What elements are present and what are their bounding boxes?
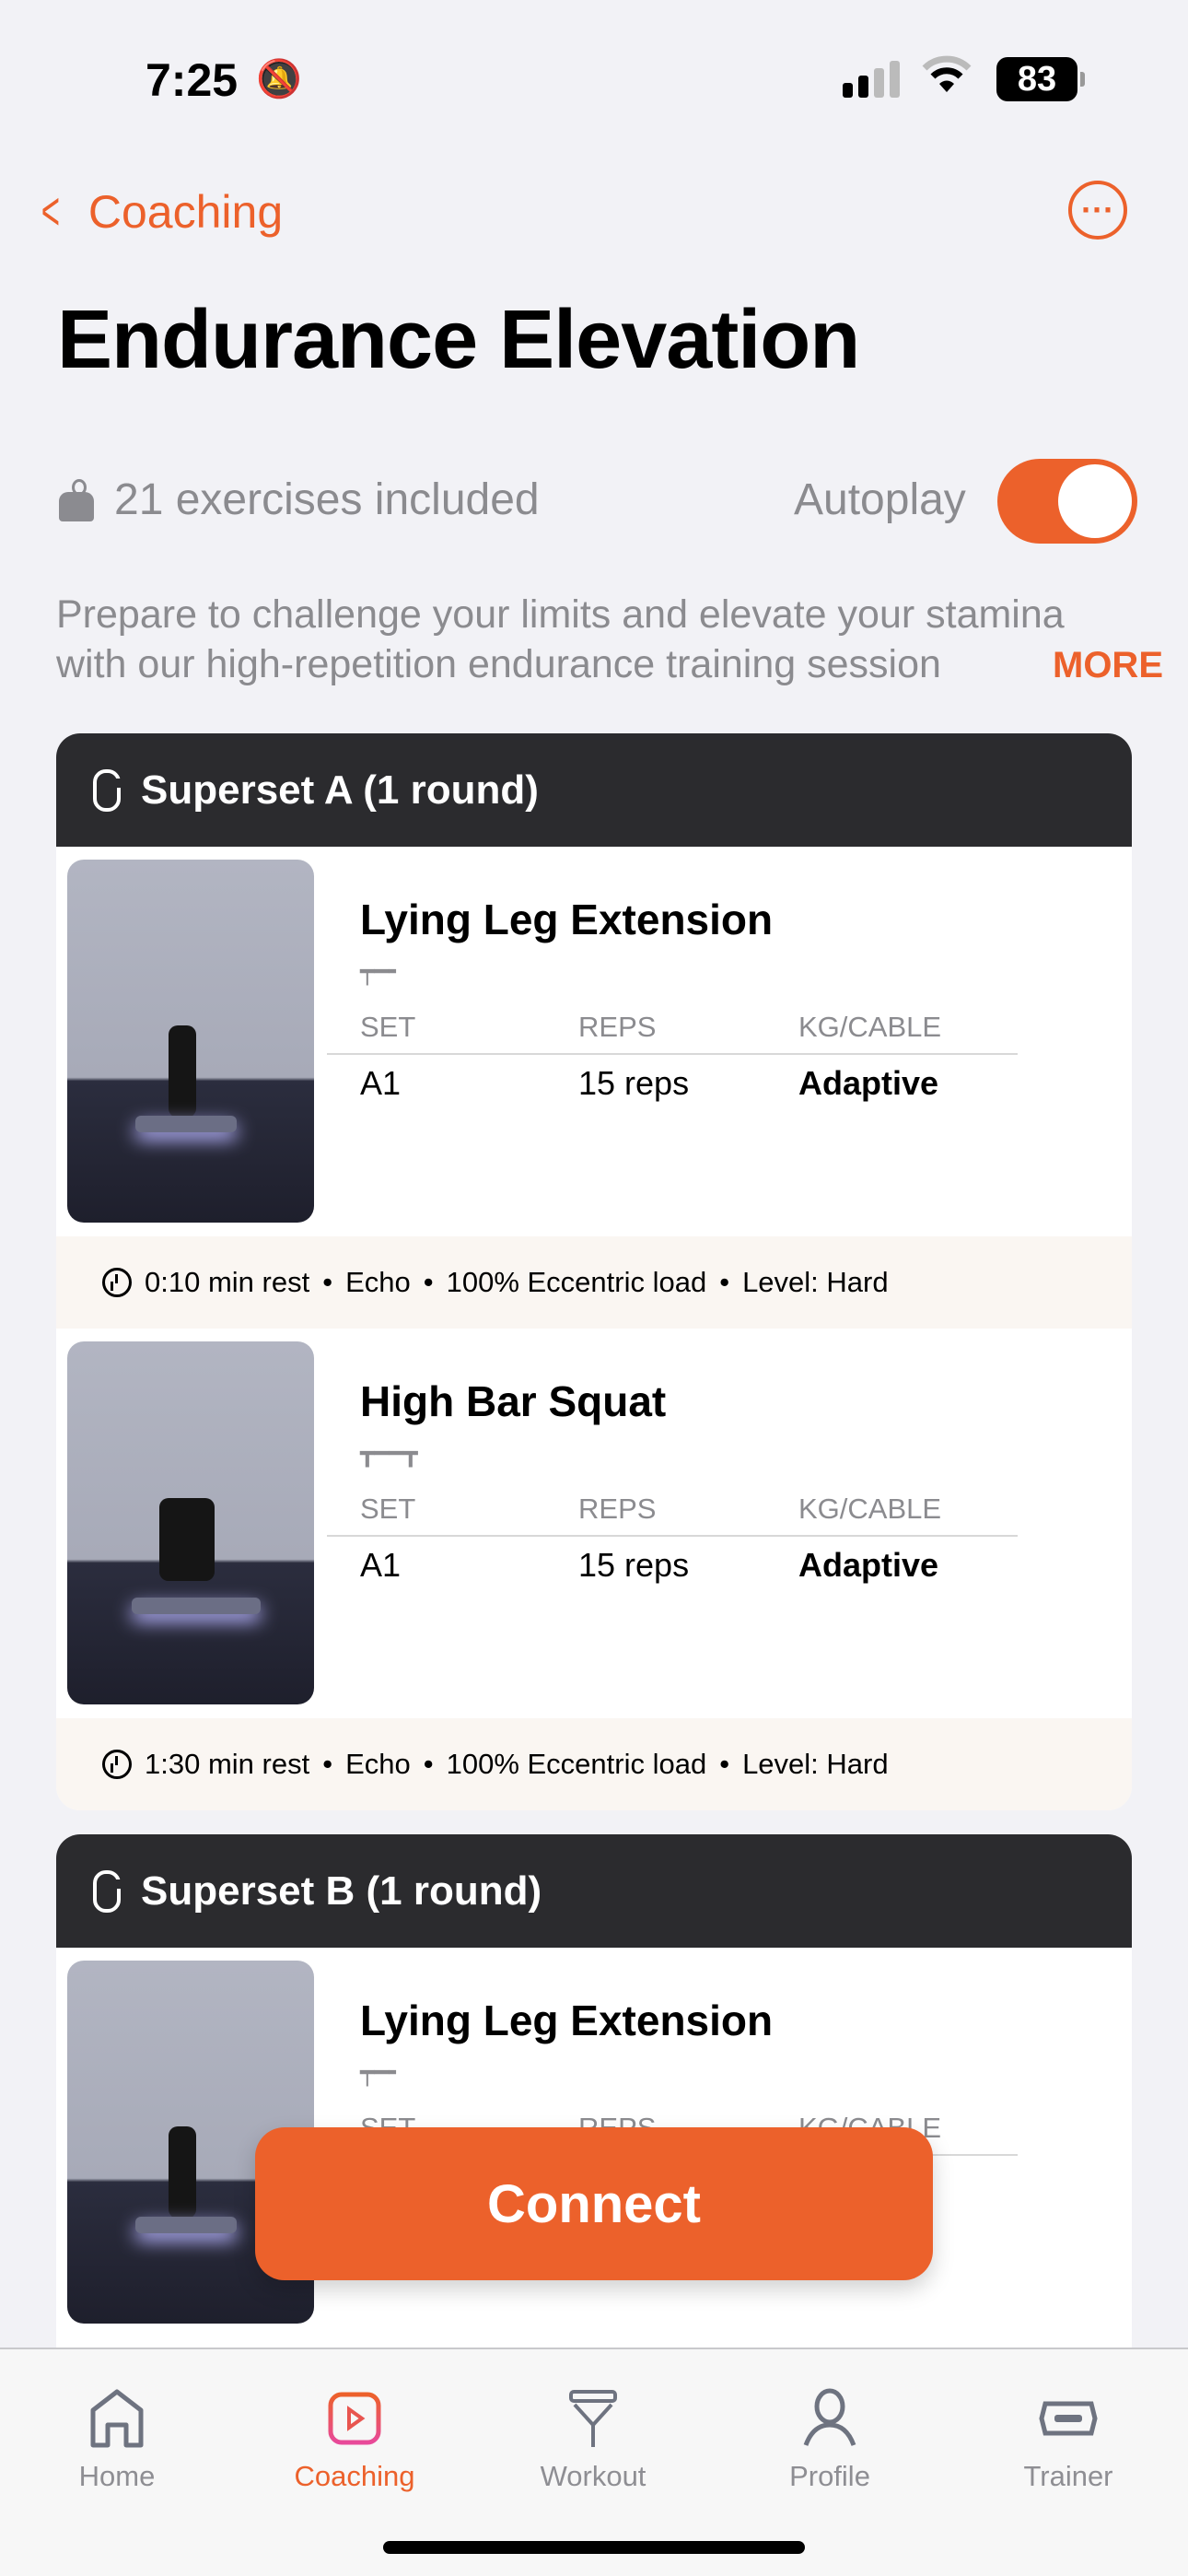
chevron-left-icon: <	[41, 181, 61, 241]
exercise-thumbnail	[67, 1341, 314, 1704]
tab-profile[interactable]: Profile	[728, 2377, 931, 2493]
reps-value: 15 reps	[578, 1064, 690, 1102]
superset-card: Superset A (1 round) Lying Leg Extension…	[56, 733, 1132, 1810]
exercise-count: 21 exercises included	[59, 474, 540, 525]
person-icon	[728, 2377, 931, 2460]
superset-header[interactable]: Superset A (1 round)	[56, 733, 1132, 847]
tab-workout[interactable]: Workout	[492, 2377, 694, 2493]
equipment-icon: ┯━╸	[360, 2058, 403, 2086]
battery-icon: 83	[996, 57, 1085, 101]
autoplay-toggle[interactable]	[997, 459, 1137, 544]
autoplay-label: Autoplay	[794, 475, 966, 524]
tab-coaching[interactable]: Coaching	[253, 2377, 456, 2493]
set-value: A1	[360, 1064, 402, 1102]
exercise-name: High Bar Squat	[360, 1377, 667, 1425]
repeat-icon	[93, 768, 124, 812]
reps-value: 15 reps	[578, 1546, 690, 1584]
exercise-row[interactable]: High Bar Squat ┳━━┳ SET REPS KG/CABLE A1…	[56, 1329, 1132, 1718]
load-value: Adaptive	[798, 1546, 939, 1584]
bell-slash-icon: 🔕	[256, 59, 302, 100]
exercise-thumbnail	[67, 860, 314, 1223]
clock-icon	[102, 1268, 132, 1297]
clock-icon	[102, 1750, 132, 1779]
cellular-signal-icon	[843, 61, 900, 98]
page-title: Endurance Elevation	[57, 294, 860, 386]
exercise-details: 0:10 min rest • Echo • 100% Eccentric load • L…	[56, 1236, 1132, 1329]
superset-card: Superset B (1 round) Lying Leg Extension…	[56, 1834, 1132, 2387]
house-icon	[16, 2377, 218, 2460]
tab-home[interactable]: Home	[16, 2377, 218, 2493]
superset-header[interactable]: Superset B (1 round)	[56, 1834, 1132, 1948]
cable-handle-icon	[492, 2377, 694, 2460]
more-link[interactable]: MORE	[1025, 645, 1163, 686]
play-rectangle-icon	[253, 2377, 456, 2460]
col-reps: REPS	[578, 1011, 657, 1043]
exercise-name: Lying Leg Extension	[360, 1996, 774, 2044]
equipment-icon: ┯━╸	[360, 957, 403, 985]
tab-trainer[interactable]: Trainer	[967, 2377, 1170, 2493]
more-options-button[interactable]: ···	[1068, 181, 1127, 240]
load-value: Adaptive	[798, 1064, 939, 1102]
superset-title: Superset A (1 round)	[141, 767, 539, 813]
superset-title: Superset B (1 round)	[141, 1868, 542, 1914]
col-load: KG/CABLE	[798, 1011, 942, 1043]
equipment-icon: ┳━━┳	[360, 1439, 418, 1467]
col-load: KG/CABLE	[798, 1493, 942, 1525]
wifi-icon	[921, 53, 973, 104]
col-set: SET	[360, 1011, 416, 1043]
exercise-count-label: 21 exercises included	[114, 475, 540, 524]
connect-button[interactable]: Connect	[255, 2127, 933, 2280]
exercise-details: 1:30 min rest • Echo • 100% Eccentric load • L…	[56, 1718, 1132, 1810]
description: Prepare to challenge your limits and ele…	[56, 592, 1065, 686]
set-value: A1	[360, 1546, 402, 1584]
col-set: SET	[360, 1493, 416, 1525]
exercise-row[interactable]: Lying Leg Extension ┯━╸ SET REPS KG/CABL…	[56, 847, 1132, 1236]
repeat-icon	[93, 1869, 124, 1913]
status-time: 7:25	[146, 54, 239, 106]
kettlebell-icon	[59, 478, 94, 521]
col-reps: REPS	[578, 1493, 657, 1525]
back-button[interactable]: < Coaching	[35, 181, 283, 242]
trainer-device-icon	[967, 2377, 1170, 2460]
exercise-name: Lying Leg Extension	[360, 896, 774, 943]
ellipsis-icon: ···	[1081, 191, 1114, 228]
home-indicator[interactable]	[383, 2541, 805, 2554]
back-label: Coaching	[87, 185, 284, 238]
